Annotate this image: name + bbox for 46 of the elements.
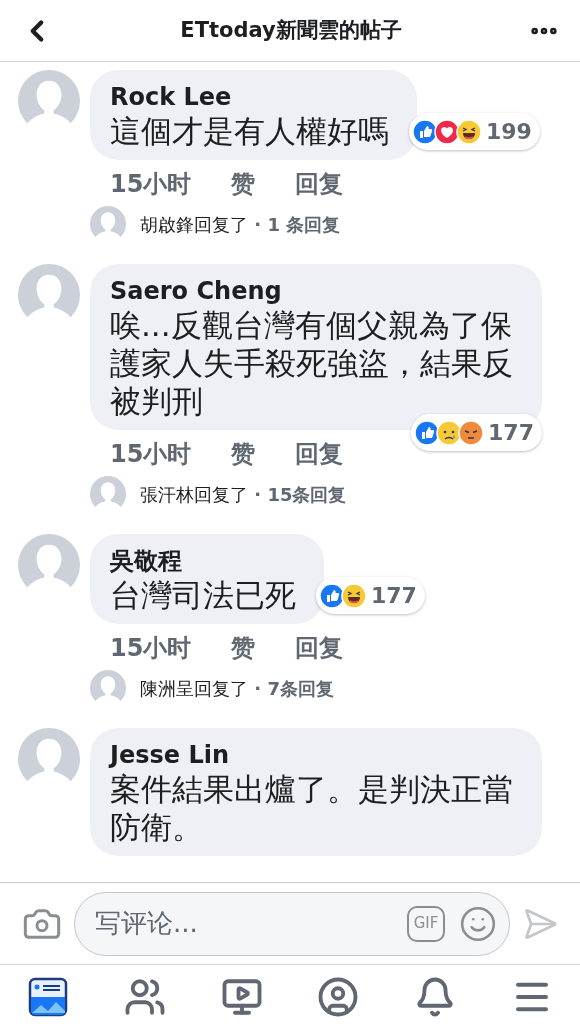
- gif-button[interactable]: GIF: [407, 905, 445, 942]
- avatar-icon: [18, 728, 80, 790]
- comment-text: 台灣司法已死: [110, 576, 296, 614]
- profile-icon[interactable]: [317, 975, 360, 1018]
- avatar-icon: [90, 476, 126, 512]
- comment-time: 15小时: [110, 633, 192, 664]
- like-link[interactable]: 赞: [231, 436, 256, 472]
- replies-link[interactable]: 胡啟鋒回复了 · 1 条回复: [90, 202, 341, 242]
- like-reaction-icon: [414, 419, 441, 446]
- reply-link[interactable]: 回复: [295, 630, 344, 666]
- like-link[interactable]: 赞: [231, 630, 256, 666]
- comment-text: 這個才是有人權好嗎: [110, 112, 389, 150]
- angry-reaction-icon: [458, 419, 485, 446]
- comment-author[interactable]: Saero Cheng: [110, 276, 514, 306]
- reaction-count: 199: [486, 118, 532, 146]
- reaction-count: 177: [488, 419, 534, 447]
- comment-time: 15小时: [110, 439, 192, 470]
- avatar-icon: [18, 534, 80, 596]
- page-title: ETtoday新聞雲的帖子: [180, 16, 402, 44]
- news-feed-icon[interactable]: [28, 976, 69, 1017]
- avatar-icon: [18, 264, 80, 326]
- laughing-reaction-icon: [341, 582, 367, 609]
- avatar-icon: [18, 70, 80, 132]
- reactions-badge[interactable]: 177: [411, 414, 542, 451]
- reply-link[interactable]: 回复: [295, 436, 344, 472]
- reply-link[interactable]: 回复: [295, 166, 344, 202]
- reaction-count: 177: [371, 582, 417, 610]
- like-reaction-icon: [319, 582, 345, 609]
- reactions-badge[interactable]: 177: [316, 577, 425, 614]
- like-link[interactable]: 赞: [231, 166, 256, 202]
- laughing-reaction-icon: [456, 118, 482, 145]
- emoji-icon[interactable]: [459, 904, 497, 943]
- avatar-icon: [90, 670, 126, 706]
- comment-author[interactable]: Jesse Lin: [110, 740, 514, 770]
- replies-link[interactable]: 陳洲呈回复了 · 7条回复: [90, 666, 334, 706]
- replies-link[interactable]: 張汗林回复了 · 15条回复: [90, 472, 347, 512]
- comment-text: 案件結果出爐了。是判決正當防衛。: [110, 770, 514, 846]
- reactions-badge[interactable]: 199: [409, 113, 540, 150]
- comment-author[interactable]: Rock Lee: [110, 82, 389, 112]
- like-reaction-icon: [412, 118, 438, 145]
- sad-reaction-icon: [436, 419, 463, 446]
- comment-input[interactable]: 写评论... GIF: [74, 891, 510, 956]
- comment-time: 15小时: [110, 169, 192, 200]
- heart-reaction-icon: [434, 118, 460, 145]
- avatar-icon: [90, 206, 126, 242]
- comment-author[interactable]: 吳敬程: [110, 546, 296, 576]
